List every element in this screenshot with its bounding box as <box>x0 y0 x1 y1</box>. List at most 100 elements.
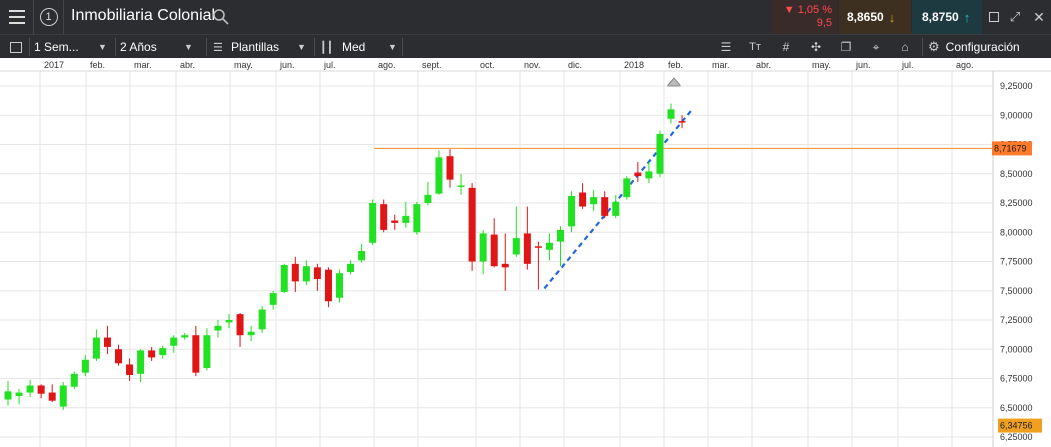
price-chart[interactable]: 2017 feb. mar. abr. may. jun. jul. ago. sept. oct… <box>0 58 1051 447</box>
month-label: feb. <box>90 60 105 70</box>
price-change: ▼ 1,05 % 9,5 <box>772 0 838 34</box>
period-label: 1 Sem... <box>34 40 79 54</box>
candle-body <box>70 373 78 387</box>
top-bar: 1 Inmobiliaria Colonial ▼ 1,05 % 9,5 8,8… <box>0 0 1051 34</box>
candle-body <box>645 171 653 179</box>
month-label: feb. <box>668 60 683 70</box>
candle-body <box>501 263 509 268</box>
candle-body <box>214 325 222 331</box>
price-tick-label: 7,25000 <box>1000 315 1033 325</box>
candle-body <box>192 335 200 373</box>
price-tick-label: 7,75000 <box>1000 257 1033 267</box>
candle <box>468 183 476 271</box>
month-label: ago. <box>956 60 974 70</box>
arrow-down-icon: ↓ <box>888 9 896 25</box>
chevron-down-icon: ▼ <box>184 42 193 52</box>
candle <box>568 191 576 233</box>
candle-body <box>26 385 34 393</box>
candle <box>258 305 266 333</box>
candle-body <box>92 337 100 359</box>
notes-icon[interactable]: ☰ <box>716 35 736 59</box>
month-label: may. <box>812 60 831 70</box>
candle-body <box>369 203 377 243</box>
low-price-badge: 6,34756 <box>998 418 1042 433</box>
candle-body <box>225 320 233 323</box>
search-icon[interactable] <box>212 8 230 26</box>
range-dropdown[interactable]: 2 Años ▼ <box>120 35 202 59</box>
candle-body <box>247 331 255 336</box>
price-tick-label: 8,00000 <box>1000 227 1033 237</box>
candle-body <box>601 197 609 216</box>
candle <box>324 267 332 308</box>
candle-body <box>170 337 178 346</box>
indicator-dropdown[interactable]: ┃┃ Med ▼ <box>320 35 400 59</box>
price-tick-label: 7,50000 <box>1000 286 1033 296</box>
candle-body <box>557 229 564 242</box>
candle <box>380 199 388 233</box>
indicator-label: Med <box>342 40 366 54</box>
candle-body <box>612 201 620 216</box>
period-dropdown[interactable]: 1 Sem... ▼ <box>34 35 112 59</box>
candle-body <box>59 385 67 407</box>
grid-icon[interactable]: # <box>776 35 796 59</box>
month-label: abr. <box>756 60 771 70</box>
change-absolute: 9,5 <box>816 17 832 29</box>
ask-price: 8,8750 <box>922 10 959 24</box>
candle <box>336 269 343 303</box>
month-label: jun. <box>279 60 295 70</box>
candle-body <box>15 392 23 397</box>
month-label: jul. <box>901 60 914 70</box>
candle-body <box>568 195 576 227</box>
candle-body <box>579 192 587 207</box>
settings-button[interactable]: ⚙ Configuración <box>928 35 1038 59</box>
candle-body <box>667 109 675 119</box>
candle-body <box>402 215 410 223</box>
bid-button[interactable]: 8,8650 ↓ <box>839 0 911 34</box>
price-tick-label: 8,50000 <box>1000 169 1033 179</box>
bid-price: 8,8650 <box>847 10 884 24</box>
list-icon[interactable] <box>6 35 26 59</box>
candle-body <box>678 121 686 123</box>
candle <box>623 176 631 200</box>
info-icon[interactable]: 1 <box>34 0 64 34</box>
candle-body <box>623 178 631 198</box>
month-label: abr. <box>180 60 195 70</box>
month-axis: 2017 feb. mar. abr. may. jun. jul. ago. sept. oct… <box>0 58 1051 72</box>
text-size-icon[interactable]: Tт <box>745 35 765 59</box>
candle-body <box>380 204 388 230</box>
candle-body <box>545 242 553 250</box>
candle-body <box>291 263 299 282</box>
chevron-down-icon: ▼ <box>297 42 306 52</box>
candle <box>59 382 67 411</box>
candle <box>413 201 421 235</box>
month-label: ago. <box>378 60 396 70</box>
expand-icon[interactable]: ⤢ <box>1004 0 1026 34</box>
drawing-icon[interactable]: ⌖ <box>866 35 886 59</box>
crosshair-icon[interactable]: ✣ <box>806 35 826 59</box>
window-icon[interactable] <box>984 0 1004 34</box>
candle-body <box>313 267 321 280</box>
month-label: jun. <box>855 60 871 70</box>
candle-body <box>457 185 465 187</box>
templates-icon: ☰ <box>213 41 223 54</box>
change-percent: ▼ 1,05 % <box>783 4 832 16</box>
price-tick-label: 9,25000 <box>1000 81 1033 91</box>
month-label: mar. <box>712 60 730 70</box>
candle-body <box>37 385 45 394</box>
month-label: 2017 <box>44 60 64 70</box>
candle-body <box>302 266 310 282</box>
resistance-badge-label: 8,71679 <box>994 143 1027 153</box>
candle-body <box>391 220 399 223</box>
hamburger-menu-icon[interactable] <box>0 0 34 34</box>
tag-icon[interactable]: ⌂ <box>895 35 915 59</box>
candle <box>70 371 78 390</box>
price-tick-label: 6,25000 <box>1000 432 1033 442</box>
candle-body <box>413 204 421 233</box>
resistance-price-badge: 8,71679 <box>992 141 1032 156</box>
close-icon[interactable]: ✕ <box>1028 0 1050 34</box>
candle-body <box>490 234 498 267</box>
layers-icon[interactable]: ❐ <box>836 35 856 59</box>
ask-button[interactable]: 8,8750 ↑ <box>912 0 982 34</box>
chevron-down-icon: ▼ <box>388 42 397 52</box>
templates-dropdown[interactable]: ☰ Plantillas ▼ <box>213 35 311 59</box>
